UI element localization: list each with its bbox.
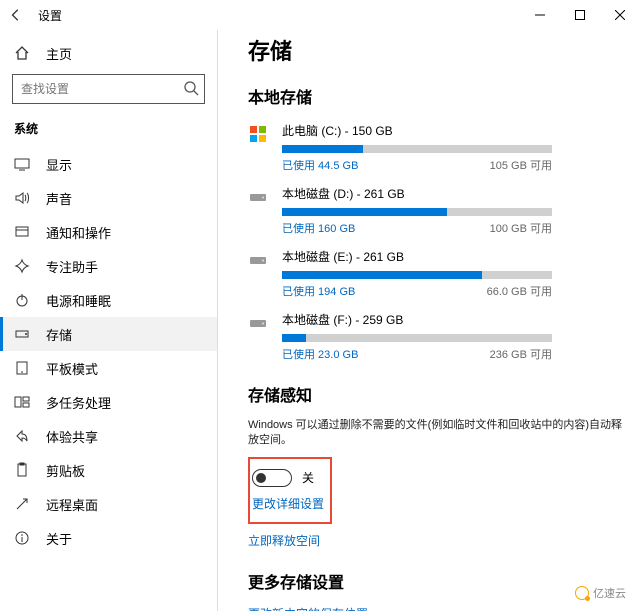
multitask-icon — [14, 394, 30, 410]
sidebar-item-label: 通知和操作 — [46, 223, 111, 242]
storage-sense-heading: 存储感知 — [248, 382, 622, 406]
disk-icon — [248, 187, 268, 207]
sidebar-item-label: 声音 — [46, 189, 72, 208]
drive-name: 本地磁盘 (E:) - 261 GB — [282, 248, 622, 265]
sidebar-item-label: 存储 — [46, 325, 72, 344]
drive-name: 本地磁盘 (F:) - 259 GB — [282, 311, 622, 328]
sidebar-item-storage[interactable]: 存储 — [0, 317, 217, 351]
minimize-button[interactable] — [520, 0, 560, 30]
usage-bar — [282, 271, 552, 279]
free-space-now-link[interactable]: 立即释放空间 — [248, 532, 622, 549]
avail-label: 100 GB 可用 — [490, 220, 552, 236]
sidebar-item-sound[interactable]: 声音 — [0, 181, 217, 215]
window-title: 设置 — [38, 7, 62, 24]
storage-sense-toggle[interactable] — [252, 469, 292, 487]
sidebar-item-about[interactable]: 关于 — [0, 521, 217, 555]
arrow-left-icon — [9, 8, 23, 22]
change-detailed-settings-link[interactable]: 更改详细设置 — [250, 495, 324, 512]
sidebar-item-focus[interactable]: 专注助手 — [0, 249, 217, 283]
avail-label: 66.0 GB 可用 — [487, 283, 552, 299]
sidebar-item-label: 专注助手 — [46, 257, 98, 276]
sidebar-item-label: 剪贴板 — [46, 461, 85, 480]
content-pane: 存储 本地存储 此电脑 (C:) - 150 GB 已使用 44.5 GB 105… — [218, 30, 640, 611]
drive-name: 本地磁盘 (D:) - 261 GB — [282, 185, 622, 202]
drive-row[interactable]: 本地磁盘 (D:) - 261 GB 已使用 160 GB 100 GB 可用 — [248, 185, 622, 236]
titlebar: 设置 — [0, 0, 640, 30]
power-icon — [14, 292, 30, 308]
watermark-icon — [575, 586, 589, 600]
section-heading: 系统 — [0, 114, 217, 147]
search-icon — [183, 80, 199, 96]
avail-label: 105 GB 可用 — [490, 157, 552, 173]
sidebar-item-label: 显示 — [46, 155, 72, 174]
storage-icon — [14, 326, 30, 342]
sidebar-item-multitask[interactable]: 多任务处理 — [0, 385, 217, 419]
more-storage-heading: 更多存储设置 — [248, 569, 622, 593]
close-icon — [615, 10, 625, 20]
disk-icon — [248, 313, 268, 333]
drive-row[interactable]: 此电脑 (C:) - 150 GB 已使用 44.5 GB 105 GB 可用 — [248, 122, 622, 173]
drive-name: 此电脑 (C:) - 150 GB — [282, 122, 622, 139]
avail-label: 236 GB 可用 — [490, 346, 552, 362]
sidebar: 主页 系统 显示 声音 通知和操作 专注助手 电源和睡眠 存储 平板模式 多任务… — [0, 30, 218, 611]
home-link[interactable]: 主页 — [0, 36, 217, 70]
search-box — [12, 74, 205, 104]
close-button[interactable] — [600, 0, 640, 30]
storage-sense-desc: Windows 可以通过删除不需要的文件(例如临时文件和回收站中的内容)自动释放… — [248, 418, 622, 449]
home-label: 主页 — [46, 44, 72, 63]
window-controls — [520, 0, 640, 30]
remote-icon — [14, 496, 30, 512]
highlight-box: 关 更改详细设置 — [248, 457, 332, 524]
sidebar-item-tablet[interactable]: 平板模式 — [0, 351, 217, 385]
minimize-icon — [535, 10, 545, 20]
drive-row[interactable]: 本地磁盘 (E:) - 261 GB 已使用 194 GB 66.0 GB 可用 — [248, 248, 622, 299]
toggle-label: 关 — [302, 469, 314, 486]
home-icon — [14, 45, 30, 61]
watermark: 亿速云 — [567, 581, 634, 605]
tablet-icon — [14, 360, 30, 376]
maximize-button[interactable] — [560, 0, 600, 30]
usage-bar — [282, 208, 552, 216]
used-label: 已使用 160 GB — [282, 220, 355, 236]
clipboard-icon — [14, 462, 30, 478]
search-input[interactable] — [12, 74, 205, 104]
used-label: 已使用 44.5 GB — [282, 157, 358, 173]
focus-icon — [14, 258, 30, 274]
usage-bar — [282, 145, 552, 153]
about-icon — [14, 530, 30, 546]
page-title: 存储 — [248, 34, 622, 66]
sidebar-item-share[interactable]: 体验共享 — [0, 419, 217, 453]
sidebar-item-clipboard[interactable]: 剪贴板 — [0, 453, 217, 487]
sidebar-item-label: 电源和睡眠 — [46, 291, 111, 310]
sidebar-item-label: 关于 — [46, 529, 72, 548]
share-icon — [14, 428, 30, 444]
sidebar-item-notifications[interactable]: 通知和操作 — [0, 215, 217, 249]
pc-icon — [248, 124, 268, 144]
disk-icon — [248, 250, 268, 270]
sidebar-item-power[interactable]: 电源和睡眠 — [0, 283, 217, 317]
usage-bar — [282, 334, 552, 342]
sidebar-item-label: 平板模式 — [46, 359, 98, 378]
sidebar-item-label: 体验共享 — [46, 427, 98, 446]
watermark-text: 亿速云 — [593, 585, 626, 601]
used-label: 已使用 23.0 GB — [282, 346, 358, 362]
sidebar-item-remote[interactable]: 远程桌面 — [0, 487, 217, 521]
used-label: 已使用 194 GB — [282, 283, 355, 299]
display-icon — [14, 156, 30, 172]
sidebar-item-label: 远程桌面 — [46, 495, 98, 514]
back-button[interactable] — [6, 5, 26, 25]
change-save-location-link[interactable]: 更改新内容的保存位置 — [248, 605, 622, 611]
notifications-icon — [14, 224, 30, 240]
maximize-icon — [575, 10, 585, 20]
drive-row[interactable]: 本地磁盘 (F:) - 259 GB 已使用 23.0 GB 236 GB 可用 — [248, 311, 622, 362]
local-storage-heading: 本地存储 — [248, 84, 622, 108]
sidebar-item-label: 多任务处理 — [46, 393, 111, 412]
sound-icon — [14, 190, 30, 206]
sidebar-item-display[interactable]: 显示 — [0, 147, 217, 181]
